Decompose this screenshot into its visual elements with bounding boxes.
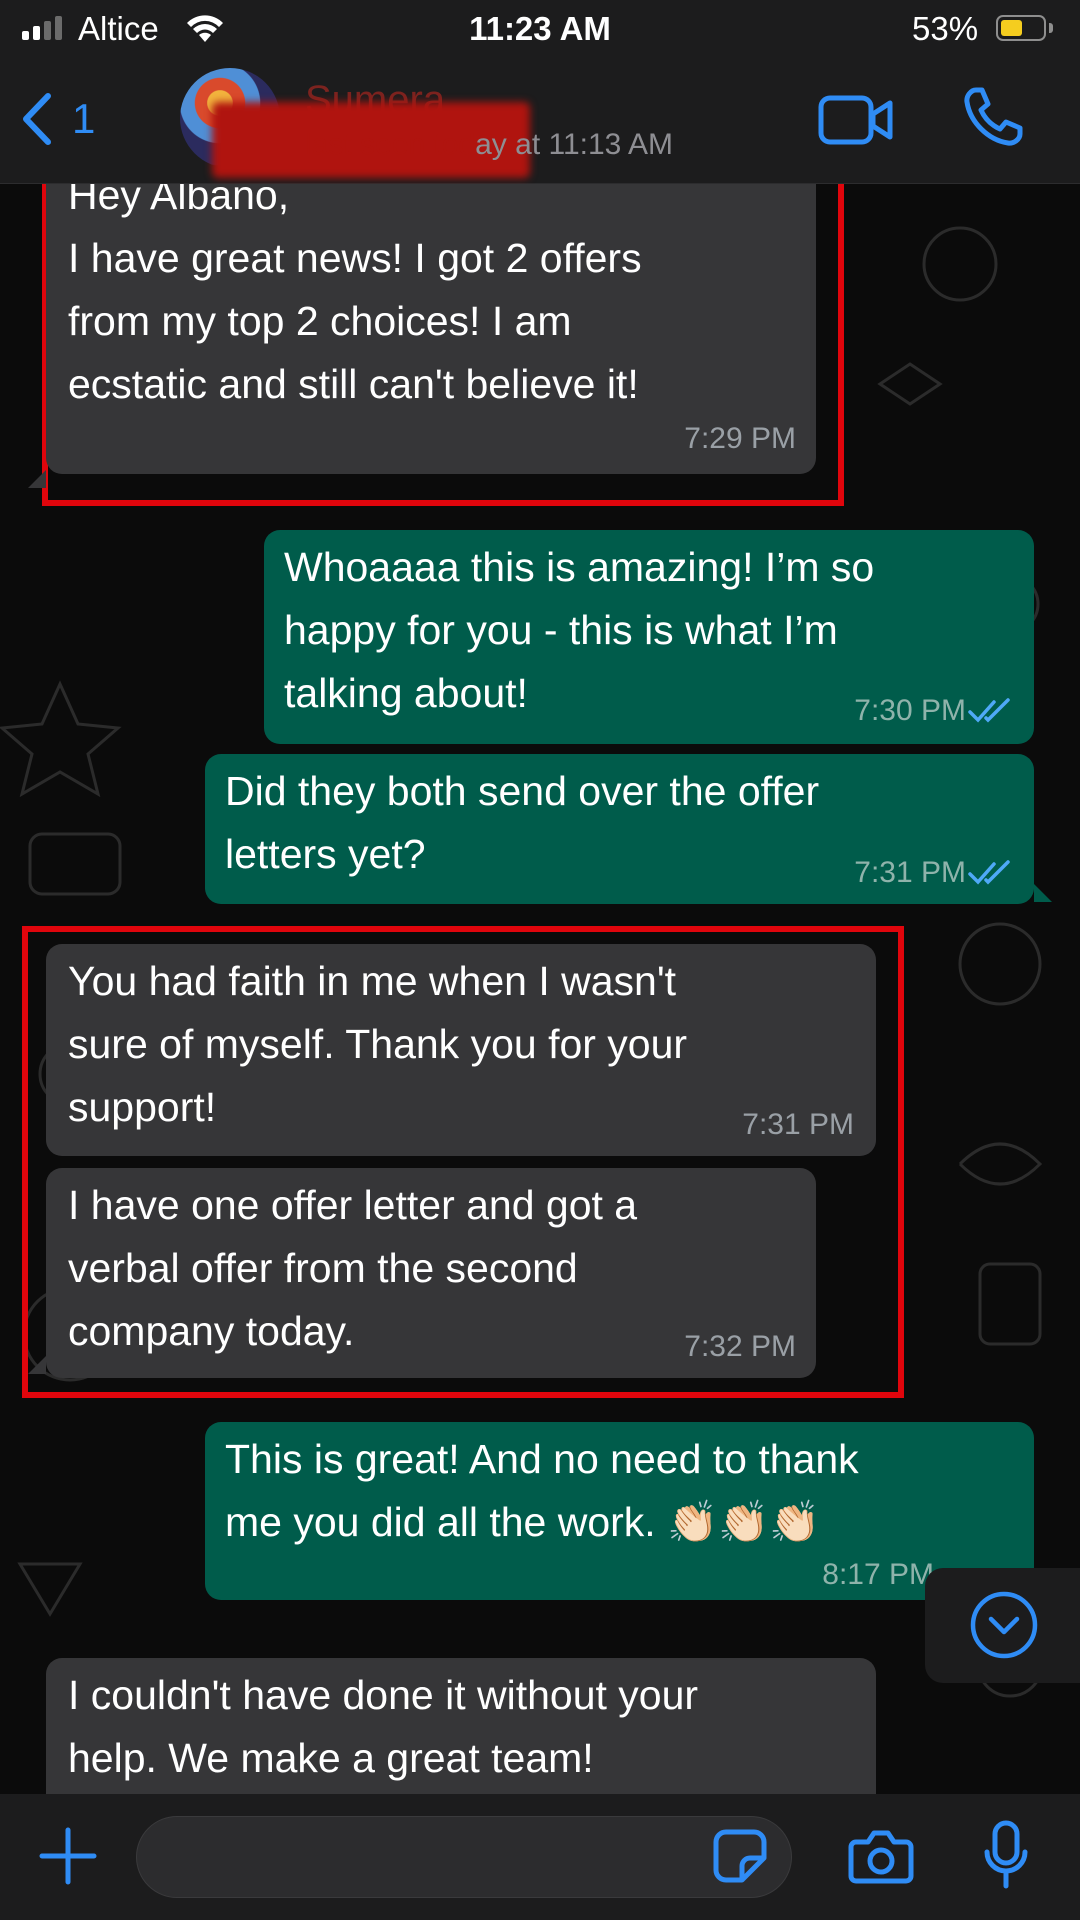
message-bubble-outgoing[interactable]: This is great! And no need to thank me y… <box>205 1422 1034 1600</box>
message-time: 7:31 PM <box>854 856 966 889</box>
message-time: 8:17 PM <box>822 1558 934 1591</box>
unread-count: 1 <box>72 95 96 142</box>
status-bar: Altice 11:23 AM 53% <box>0 0 1080 58</box>
chevron-down-icon <box>970 1591 1038 1659</box>
message-bubble-outgoing[interactable]: Whoaaaa this is amazing! I’m so happy fo… <box>264 530 1034 744</box>
message-input[interactable] <box>136 1816 792 1898</box>
message-bubble-incoming[interactable]: I couldn't have done it without your hel… <box>46 1658 876 1794</box>
status-last-seen: ay at 11:13 AM <box>475 128 674 161</box>
message-text: I couldn't have done it without your hel… <box>68 1672 699 1781</box>
read-receipt-icon <box>968 698 1010 723</box>
battery-nub <box>1049 23 1053 33</box>
battery-level <box>1001 20 1022 36</box>
read-receipt-icon <box>968 860 1010 885</box>
back-chevron-icon <box>23 93 51 145</box>
message-text: This is great! And no need to thank me y… <box>225 1436 859 1545</box>
battery-percent: 53% <box>912 10 979 47</box>
sticker-icon[interactable] <box>712 1828 768 1884</box>
message-bubble-incoming[interactable]: Hey Albano, I have great news! I got 2 o… <box>46 184 816 474</box>
plus-icon[interactable] <box>36 1824 100 1888</box>
message-text: Hey Albano, I have great news! I got 2 o… <box>68 184 642 407</box>
video-call-icon[interactable] <box>818 92 894 148</box>
scroll-to-bottom-button[interactable] <box>925 1568 1080 1683</box>
message-input-bar <box>0 1794 1080 1920</box>
contact-status: last seen today at 11:13 AM <box>305 128 673 162</box>
camera-icon[interactable] <box>848 1828 914 1884</box>
chat-header: 1 Sumera <box>0 58 1080 184</box>
message-time: 7:31 PM <box>742 1108 854 1141</box>
back-button[interactable]: 1 <box>20 92 95 146</box>
message-time: 7:30 PM <box>854 694 966 727</box>
message-bubble-outgoing[interactable]: Did they both send over the offer letter… <box>205 754 1034 904</box>
message-time: 7:32 PM <box>684 1330 796 1363</box>
phone-icon[interactable] <box>962 86 1024 148</box>
chat-area[interactable]: Hey Albano, I have great news! I got 2 o… <box>0 184 1080 1794</box>
message-bubble-incoming[interactable]: You had faith in me when I wasn't sure o… <box>46 944 876 1156</box>
message-time: 7:29 PM <box>684 422 796 455</box>
message-bubble-incoming[interactable]: I have one offer letter and got a verbal… <box>46 1168 816 1378</box>
status-hidden-part: last seen tod <box>305 128 476 161</box>
battery-icon <box>996 15 1046 41</box>
microphone-icon[interactable] <box>984 1820 1028 1890</box>
